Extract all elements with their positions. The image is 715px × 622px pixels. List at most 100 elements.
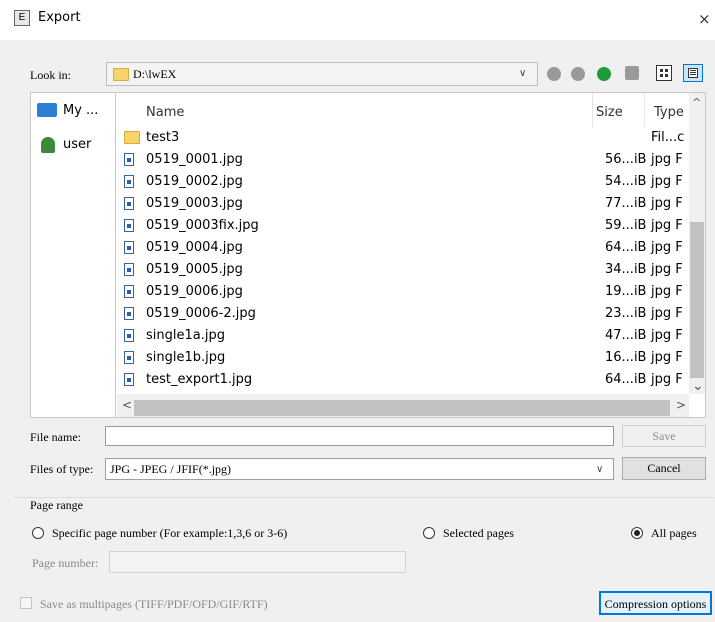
sidebar-item-user[interactable]: user — [37, 133, 107, 155]
cancel-button[interactable]: Cancel — [622, 457, 706, 480]
file-name: 0519_0006-2.jpg — [146, 306, 256, 321]
forward-icon[interactable] — [571, 67, 585, 81]
page-number-label: Page number: — [32, 556, 99, 570]
file-size: 59...iB — [605, 218, 647, 233]
file-name: test3 — [146, 130, 180, 145]
column-header-size[interactable]: Size — [596, 105, 623, 120]
user-icon — [41, 137, 55, 153]
file-row[interactable]: 0519_0006.jpg 19...iB jpg F — [116, 281, 691, 303]
filetype-value: JPG - JPEG / JFIF(*.jpg) — [110, 462, 232, 476]
chevron-down-icon[interactable]: ∨ — [596, 464, 603, 475]
multipage-checkbox[interactable] — [20, 597, 32, 609]
file-name: 0519_0005.jpg — [146, 262, 243, 277]
filetype-select[interactable]: JPG - JPEG / JFIF(*.jpg) ∨ — [105, 458, 614, 480]
file-name: single1b.jpg — [146, 350, 226, 365]
filename-input[interactable] — [105, 426, 614, 446]
scroll-up-icon[interactable]: ^ — [692, 96, 701, 109]
radio-all-label: All pages — [651, 526, 697, 540]
file-type: jpg F — [651, 350, 683, 365]
page-range-label: Page range — [30, 498, 83, 512]
file-name: 0519_0003fix.jpg — [146, 218, 259, 233]
file-row[interactable]: 0519_0002.jpg 54...iB jpg F — [116, 171, 691, 193]
scroll-left-icon[interactable]: < — [122, 398, 132, 412]
radio-all-pages[interactable] — [631, 527, 643, 539]
file-name: 0519_0003.jpg — [146, 196, 243, 211]
file-name: 0519_0004.jpg — [146, 240, 243, 255]
file-row[interactable]: 0519_0004.jpg 64...iB jpg F — [116, 237, 691, 259]
window-title: Export — [38, 10, 81, 25]
file-list[interactable]: Name ^ Size Type test3 Fil...c 0519_0001.j… — [116, 92, 706, 418]
folder-icon — [124, 131, 140, 144]
file-type: jpg F — [651, 240, 683, 255]
file-row[interactable]: 0519_0005.jpg 34...iB jpg F — [116, 259, 691, 281]
image-file-icon — [124, 307, 134, 320]
new-folder-icon[interactable] — [625, 66, 639, 80]
file-row[interactable]: 0519_0001.jpg 56...iB jpg F — [116, 149, 691, 171]
folder-icon — [113, 68, 129, 81]
up-folder-icon[interactable] — [597, 67, 611, 81]
grid-view-icon[interactable] — [656, 65, 672, 81]
radio-selected-pages[interactable] — [423, 527, 435, 539]
file-type: jpg F — [651, 372, 683, 387]
chevron-down-icon[interactable]: ∨ — [519, 68, 526, 79]
sort-ascending-icon: ^ — [350, 92, 360, 101]
file-type: jpg F — [651, 284, 683, 299]
file-size: 19...iB — [605, 284, 647, 299]
file-size: 54...iB — [605, 174, 647, 189]
file-row[interactable]: single1a.jpg 47...iB jpg F — [116, 325, 691, 347]
file-type: jpg F — [651, 152, 683, 167]
radio-specific-pages[interactable] — [32, 527, 44, 539]
app-icon: E — [14, 10, 30, 26]
scroll-down-icon[interactable]: ⌄ — [692, 378, 704, 394]
page-number-input[interactable] — [109, 551, 406, 573]
file-row[interactable]: 0519_0006-2.jpg 23...iB jpg F — [116, 303, 691, 325]
file-type: jpg F — [651, 218, 683, 233]
image-file-icon — [124, 175, 134, 188]
radio-specific-label: Specific page number (For example:1,3,6 … — [52, 526, 288, 540]
save-button[interactable]: Save — [622, 425, 706, 447]
lookin-label: Look in: — [30, 68, 71, 82]
places-sidebar: My ... user — [30, 92, 116, 418]
computer-icon — [37, 103, 57, 117]
column-header-name[interactable]: Name — [146, 105, 184, 120]
file-type: jpg F — [651, 306, 683, 321]
image-file-icon — [124, 285, 134, 298]
file-row[interactable]: 0519_0003fix.jpg 59...iB jpg F — [116, 215, 691, 237]
image-file-icon — [124, 329, 134, 342]
image-file-icon — [124, 373, 134, 386]
filetype-label: Files of type: — [30, 462, 94, 476]
sidebar-item-label: My ... — [63, 103, 99, 118]
file-name: 0519_0006.jpg — [146, 284, 243, 299]
horizontal-scroll-thumb[interactable] — [134, 400, 670, 416]
folder-row[interactable]: test3 Fil...c — [116, 127, 691, 149]
file-size: 23...iB — [605, 306, 647, 321]
file-size: 47...iB — [605, 328, 647, 343]
scroll-right-icon[interactable]: > — [676, 398, 686, 412]
file-size: 34...iB — [605, 262, 647, 277]
image-file-icon — [124, 241, 134, 254]
image-file-icon — [124, 263, 134, 276]
lookin-combo[interactable]: D:\lwEX ∨ — [106, 62, 538, 86]
sidebar-item-label: user — [63, 137, 92, 152]
back-icon[interactable] — [547, 67, 561, 81]
column-header-type[interactable]: Type — [654, 105, 684, 120]
file-row[interactable]: 0519_0003.jpg 77...iB jpg F — [116, 193, 691, 215]
details-view-icon[interactable] — [683, 64, 703, 82]
file-size: 56...iB — [605, 152, 647, 167]
file-type: Fil...c — [651, 130, 685, 145]
file-row[interactable]: single1b.jpg 16...iB jpg F — [116, 347, 691, 369]
sidebar-item-my-computer[interactable]: My ... — [37, 101, 107, 123]
lookin-path: D:\lwEX — [133, 67, 177, 81]
compression-options-button[interactable]: Compression options — [599, 591, 712, 615]
close-icon[interactable]: × — [698, 10, 711, 28]
file-type: jpg F — [651, 262, 683, 277]
file-row[interactable]: test_export1.jpg 64...iB jpg F — [116, 369, 691, 391]
file-size: 64...iB — [605, 372, 647, 387]
file-name: test_export1.jpg — [146, 372, 253, 387]
file-size: 77...iB — [605, 196, 647, 211]
file-type: jpg F — [651, 174, 683, 189]
vertical-scroll-thumb[interactable] — [690, 222, 704, 378]
image-file-icon — [124, 153, 134, 166]
file-name: 0519_0002.jpg — [146, 174, 243, 189]
file-name: 0519_0001.jpg — [146, 152, 243, 167]
